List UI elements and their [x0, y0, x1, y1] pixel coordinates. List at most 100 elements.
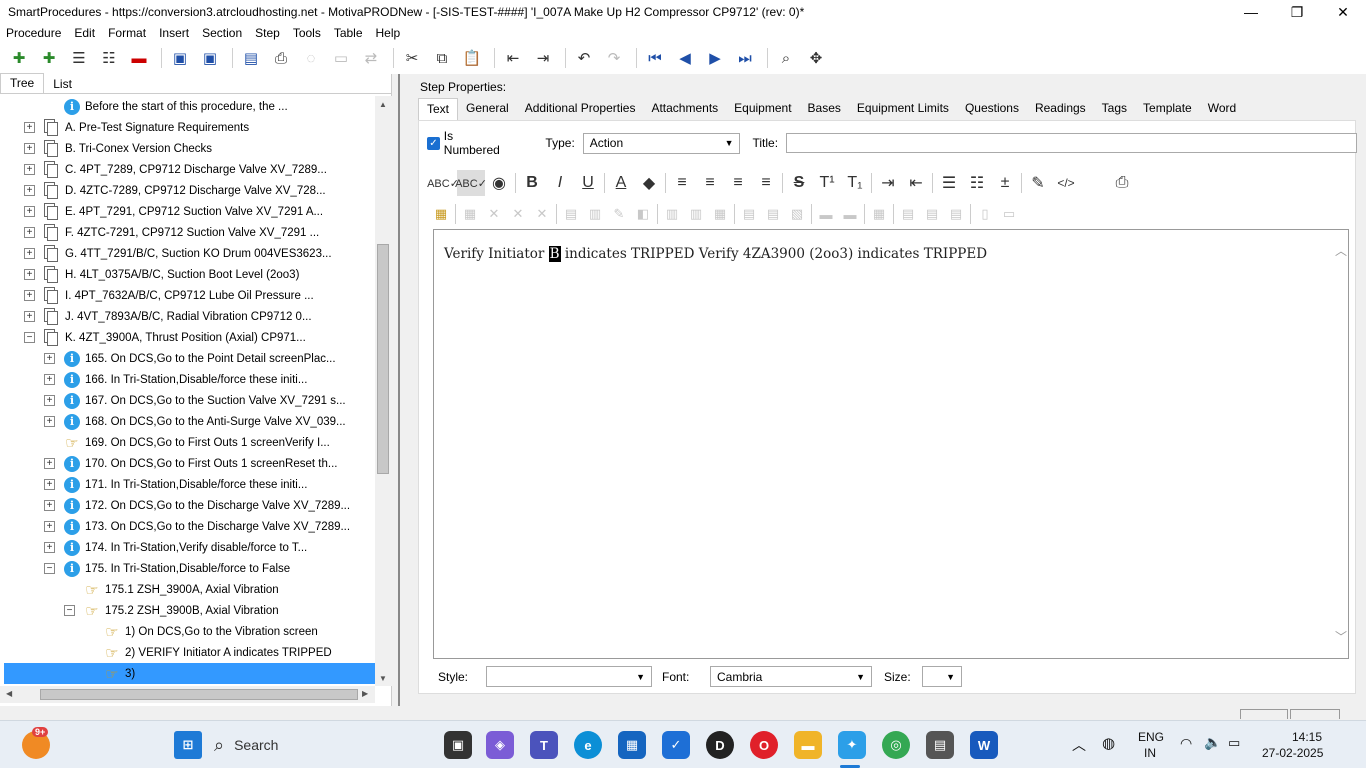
add-child-icon[interactable]: ✚ [36, 45, 62, 71]
file-explorer-icon[interactable]: ▬ [794, 731, 822, 759]
tab-questions[interactable]: Questions [957, 98, 1027, 120]
expand-icon[interactable]: + [24, 122, 35, 133]
expand-icon[interactable]: + [24, 269, 35, 280]
tree-item[interactable]: ☞ 3) [4, 663, 375, 684]
outdent-icon[interactable]: ⇤ [500, 45, 526, 71]
expand-icon[interactable]: + [44, 500, 55, 511]
smartprocedures-icon[interactable]: ✦ [838, 731, 866, 759]
tab-equipment[interactable]: Equipment [726, 98, 799, 120]
collapse-icon[interactable]: − [64, 605, 75, 616]
tree-item[interactable]: + H. 4LT_0375A/B/C, Suction Boot Level (2… [4, 264, 375, 285]
print-icon[interactable]: ⎙ [268, 45, 294, 71]
tree-item[interactable]: + i 173. On DCS,Go to the Discharge Valve … [4, 516, 375, 537]
cut-icon[interactable]: ✂ [399, 45, 425, 71]
menu-help[interactable]: Help [376, 26, 401, 40]
app-icon[interactable]: ✓ [662, 731, 690, 759]
fill-color-icon[interactable]: ◆ [635, 170, 663, 196]
editor-scrollbar[interactable]: ︿ ﹀ [1332, 230, 1348, 658]
list-icon[interactable]: ☰ [66, 45, 92, 71]
copy-icon[interactable]: ⧉ [429, 45, 455, 71]
panel-splitter[interactable] [398, 74, 406, 706]
tab-template[interactable]: Template [1135, 98, 1200, 120]
align-right-icon[interactable]: ≡ [724, 170, 752, 196]
tree-item[interactable]: + B. Tri-Conex Version Checks [4, 138, 375, 159]
minimize-button[interactable]: — [1228, 0, 1274, 24]
close-button[interactable]: ✕ [1320, 0, 1366, 24]
chrome-icon[interactable]: ◎ [882, 731, 910, 759]
bullet-list-icon[interactable]: ☰ [935, 170, 963, 196]
tree-horizontal-scrollbar[interactable]: ◀ ▶ [0, 686, 375, 703]
expand-icon[interactable]: + [44, 479, 55, 490]
maximize-button[interactable]: ❐ [1274, 0, 1320, 24]
expand-icon[interactable]: + [44, 374, 55, 385]
find-icon[interactable]: ⌕ [773, 45, 799, 71]
menu-table[interactable]: Table [334, 26, 363, 40]
bold-icon[interactable]: B [518, 170, 546, 196]
tree-item[interactable]: ☞ 1) On DCS,Go to the Vibration screen [4, 621, 375, 642]
expand-icon[interactable]: + [24, 248, 35, 259]
tree-item[interactable]: + i 166. In Tri-Station,Disable/force thes… [4, 369, 375, 390]
tree-item[interactable]: + i 170. On DCS,Go to First Outs 1 screenR… [4, 453, 375, 474]
store-icon[interactable]: ▦ [618, 731, 646, 759]
superscript-icon[interactable]: T¹ [813, 170, 841, 196]
expand-icon[interactable]: + [24, 185, 35, 196]
scroll-right-icon[interactable]: ▶ [362, 689, 368, 698]
tab-word[interactable]: Word [1200, 98, 1244, 120]
indent-icon[interactable]: ⇥ [530, 45, 556, 71]
first-icon[interactable]: ⏮ [642, 45, 668, 71]
tree-item[interactable]: ☞ 175.1 ZSH_3900A, Axial Vibration [4, 579, 375, 600]
expand-icon[interactable]: + [44, 416, 55, 427]
tree-item[interactable]: + D. 4ZTC-7289, CP9712 Discharge Valve XV… [4, 180, 375, 201]
menu-section[interactable]: Section [202, 26, 242, 40]
remove-icon[interactable]: ▬ [126, 45, 152, 71]
save-all-icon[interactable]: ▣ [167, 45, 193, 71]
spellcheck-icon[interactable]: ABC✓ [427, 170, 459, 196]
horizontal-rule-icon[interactable]: ± [991, 170, 1019, 196]
tab-tags[interactable]: Tags [1094, 98, 1135, 120]
scroll-thumb[interactable] [40, 689, 358, 700]
strikethrough-icon[interactable]: S [785, 170, 813, 196]
network-status-icon[interactable]: ◍ [1102, 734, 1115, 752]
numbered-list-icon[interactable]: ☷ [963, 170, 991, 196]
tree-item[interactable]: + i 174. In Tri-Station,Verify disable/for… [4, 537, 375, 558]
save-icon[interactable]: ▣ [197, 45, 223, 71]
tab-equipment-limits[interactable]: Equipment Limits [849, 98, 957, 120]
spellcheck-auto-icon[interactable]: ABC✓ [455, 170, 487, 196]
wifi-icon[interactable]: ◠ [1180, 735, 1192, 752]
last-icon[interactable]: ⏭ [732, 45, 758, 71]
highlight-icon[interactable]: ◉ [485, 170, 513, 196]
chevron-up-icon[interactable]: ︿ [1072, 735, 1086, 755]
expand-icon[interactable]: + [44, 521, 55, 532]
expand-icon[interactable]: + [24, 164, 35, 175]
tab-list[interactable]: List [44, 75, 81, 93]
expand-icon[interactable]: + [44, 395, 55, 406]
style-select[interactable]: ▼ [486, 666, 652, 687]
tree-item[interactable]: − ☞ 175.2 ZSH_3900B, Axial Vibration [4, 600, 375, 621]
tree-item[interactable]: + E. 4PT_7291, CP9712 Suction Valve XV_72… [4, 201, 375, 222]
collapse-icon[interactable]: − [44, 563, 55, 574]
tree-item[interactable]: ☞ 2) VERIFY Initiator A indicates TRIPPED [4, 642, 375, 663]
expand-icon[interactable]: + [44, 353, 55, 364]
chevron-down-icon[interactable]: ﹀ [1335, 628, 1347, 645]
tree-item[interactable]: + i 171. In Tri-Station,Disable/force thes… [4, 474, 375, 495]
expand-icon[interactable]: + [24, 227, 35, 238]
tree-item[interactable]: + i 165. On DCS,Go to the Point Detail scr… [4, 348, 375, 369]
language-label[interactable]: ENG [1138, 730, 1164, 744]
tab-tree[interactable]: Tree [0, 73, 45, 93]
scroll-left-icon[interactable]: ◀ [6, 689, 12, 698]
menu-insert[interactable]: Insert [159, 26, 189, 40]
tree-item[interactable]: + i 167. On DCS,Go to the Suction Valve XV… [4, 390, 375, 411]
chevron-up-icon[interactable]: ︿ [1335, 242, 1347, 259]
code-view-icon[interactable]: </> [1052, 170, 1080, 196]
undo-icon[interactable]: ↶ [571, 45, 597, 71]
teams-icon[interactable]: T [530, 731, 558, 759]
step-text-editor[interactable]: Verify Initiator B indicates TRIPPED Ver… [433, 229, 1349, 659]
taskbar-search[interactable]: ⌕ Search [214, 729, 434, 761]
volume-icon[interactable]: 🔈 [1204, 734, 1221, 751]
list-edit-icon[interactable]: ☷ [96, 45, 122, 71]
move-icon[interactable]: ✥ [803, 45, 829, 71]
tab-general[interactable]: General [458, 98, 517, 120]
tree-item[interactable]: + J. 4VT_7893A/B/C, Radial Vibration CP97… [4, 306, 375, 327]
task-view-icon[interactable]: ▣ [444, 731, 472, 759]
tree-item[interactable]: + i 172. On DCS,Go to the Discharge Valve … [4, 495, 375, 516]
